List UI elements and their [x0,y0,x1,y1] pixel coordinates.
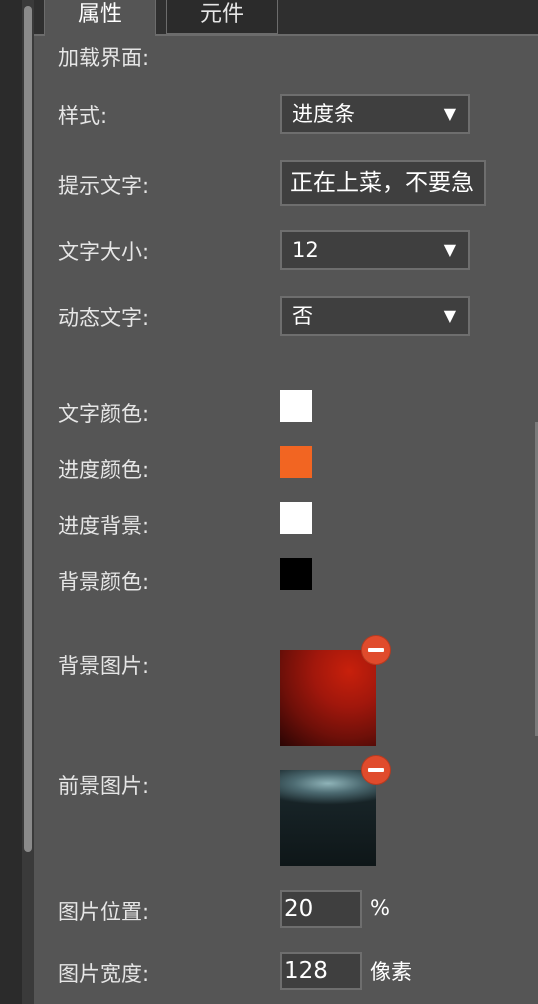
dynamic-text-select-value: 否 [292,304,313,328]
style-label: 样式: [58,104,108,128]
properties-panel: 加载界面: 样式: 进度条 ▼ 提示文字: 正在上菜，不要急 文字大小: 12 … [34,36,538,1004]
font-size-label: 文字大小: [58,240,150,264]
font-size-select-value: 12 [292,238,319,262]
image-width-unit: 像素 [370,960,412,984]
remove-bg-image-icon[interactable] [362,636,390,664]
image-width-input[interactable]: 128 [280,952,362,990]
text-color-swatch[interactable] [280,390,312,422]
image-position-label: 图片位置: [58,900,150,924]
progress-color-label: 进度颜色: [58,458,150,482]
progress-bg-label: 进度背景: [58,514,150,538]
dropdown-arrow-icon: ▼ [443,240,456,259]
bg-color-label: 背景颜色: [58,570,150,594]
bg-image-thumbnail[interactable] [280,650,376,746]
tab-bar: 属性 元件 [34,0,538,36]
section-title: 加载界面: [58,46,150,70]
style-select[interactable]: 进度条 ▼ [280,94,470,134]
font-size-select[interactable]: 12 ▼ [280,230,470,270]
hint-text-label: 提示文字: [58,174,150,198]
progress-bg-swatch[interactable] [280,502,312,534]
progress-color-swatch[interactable] [280,446,312,478]
style-select-value: 进度条 [292,102,355,126]
bg-color-swatch[interactable] [280,558,312,590]
image-width-label: 图片宽度: [58,962,150,986]
hint-text-input[interactable]: 正在上菜，不要急 [280,160,486,206]
dropdown-arrow-icon: ▼ [443,306,456,325]
remove-fg-image-icon[interactable] [362,756,390,784]
dynamic-text-select[interactable]: 否 ▼ [280,296,470,336]
fg-image-thumbnail[interactable] [280,770,376,866]
dropdown-arrow-icon: ▼ [443,104,456,123]
image-position-input[interactable]: 20 [280,890,362,928]
text-color-label: 文字颜色: [58,402,150,426]
scrollbar-thumb[interactable] [24,6,32,852]
tab-properties[interactable]: 属性 [44,0,156,36]
dynamic-text-label: 动态文字: [58,306,150,330]
fg-image-label: 前景图片: [58,774,150,798]
image-position-unit: % [370,896,390,920]
bg-image-label: 背景图片: [58,654,150,678]
left-panel-strip [0,0,34,1004]
tab-components[interactable]: 元件 [166,0,278,34]
